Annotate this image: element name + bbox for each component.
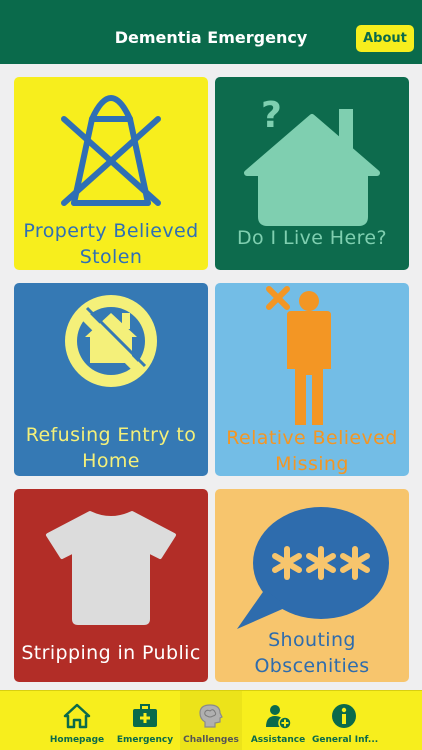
- tile-label: Relative Believed Missing: [226, 427, 398, 475]
- tab-assistance[interactable]: Assistance: [246, 691, 310, 750]
- tile-stripping-in-public[interactable]: Stripping in Public: [14, 489, 208, 682]
- tile-refusing-entry-to-home[interactable]: Refusing Entry to Home: [14, 283, 208, 476]
- brain-head-icon: [199, 704, 223, 728]
- tile-do-i-live-here[interactable]: ? Do I Live Here?: [215, 77, 409, 270]
- tile-property-believed-stolen[interactable]: Property Believed Stolen: [14, 77, 208, 270]
- bottom-tab-bar: Homepage Emergency Challenges Assistance: [0, 690, 422, 750]
- svg-text:?: ?: [261, 95, 282, 136]
- person-add-icon: [266, 705, 292, 730]
- tab-homepage[interactable]: Homepage: [39, 691, 115, 750]
- tile-shouting-obscenities[interactable]: Shouting Obscenities: [215, 489, 409, 682]
- about-button[interactable]: About: [356, 25, 414, 52]
- tile-relative-believed-missing[interactable]: Relative Believed Missing: [215, 283, 409, 476]
- tile-label: Shouting Obscenities: [254, 629, 370, 677]
- tile-label: Do I Live Here?: [237, 227, 387, 249]
- tile-label: Property Believed Stolen: [23, 220, 199, 268]
- tab-general-info[interactable]: General Inf...: [312, 691, 378, 750]
- app-header: Dementia Emergency About: [0, 0, 422, 64]
- tile-label: Stripping in Public: [21, 642, 201, 664]
- home-icon: [63, 703, 91, 729]
- tab-emergency[interactable]: Emergency: [115, 691, 175, 750]
- tile-label: Refusing Entry to Home: [25, 424, 197, 472]
- tab-challenges[interactable]: Challenges: [180, 691, 242, 750]
- first-aid-kit-icon: [133, 704, 157, 727]
- info-icon: [332, 704, 356, 728]
